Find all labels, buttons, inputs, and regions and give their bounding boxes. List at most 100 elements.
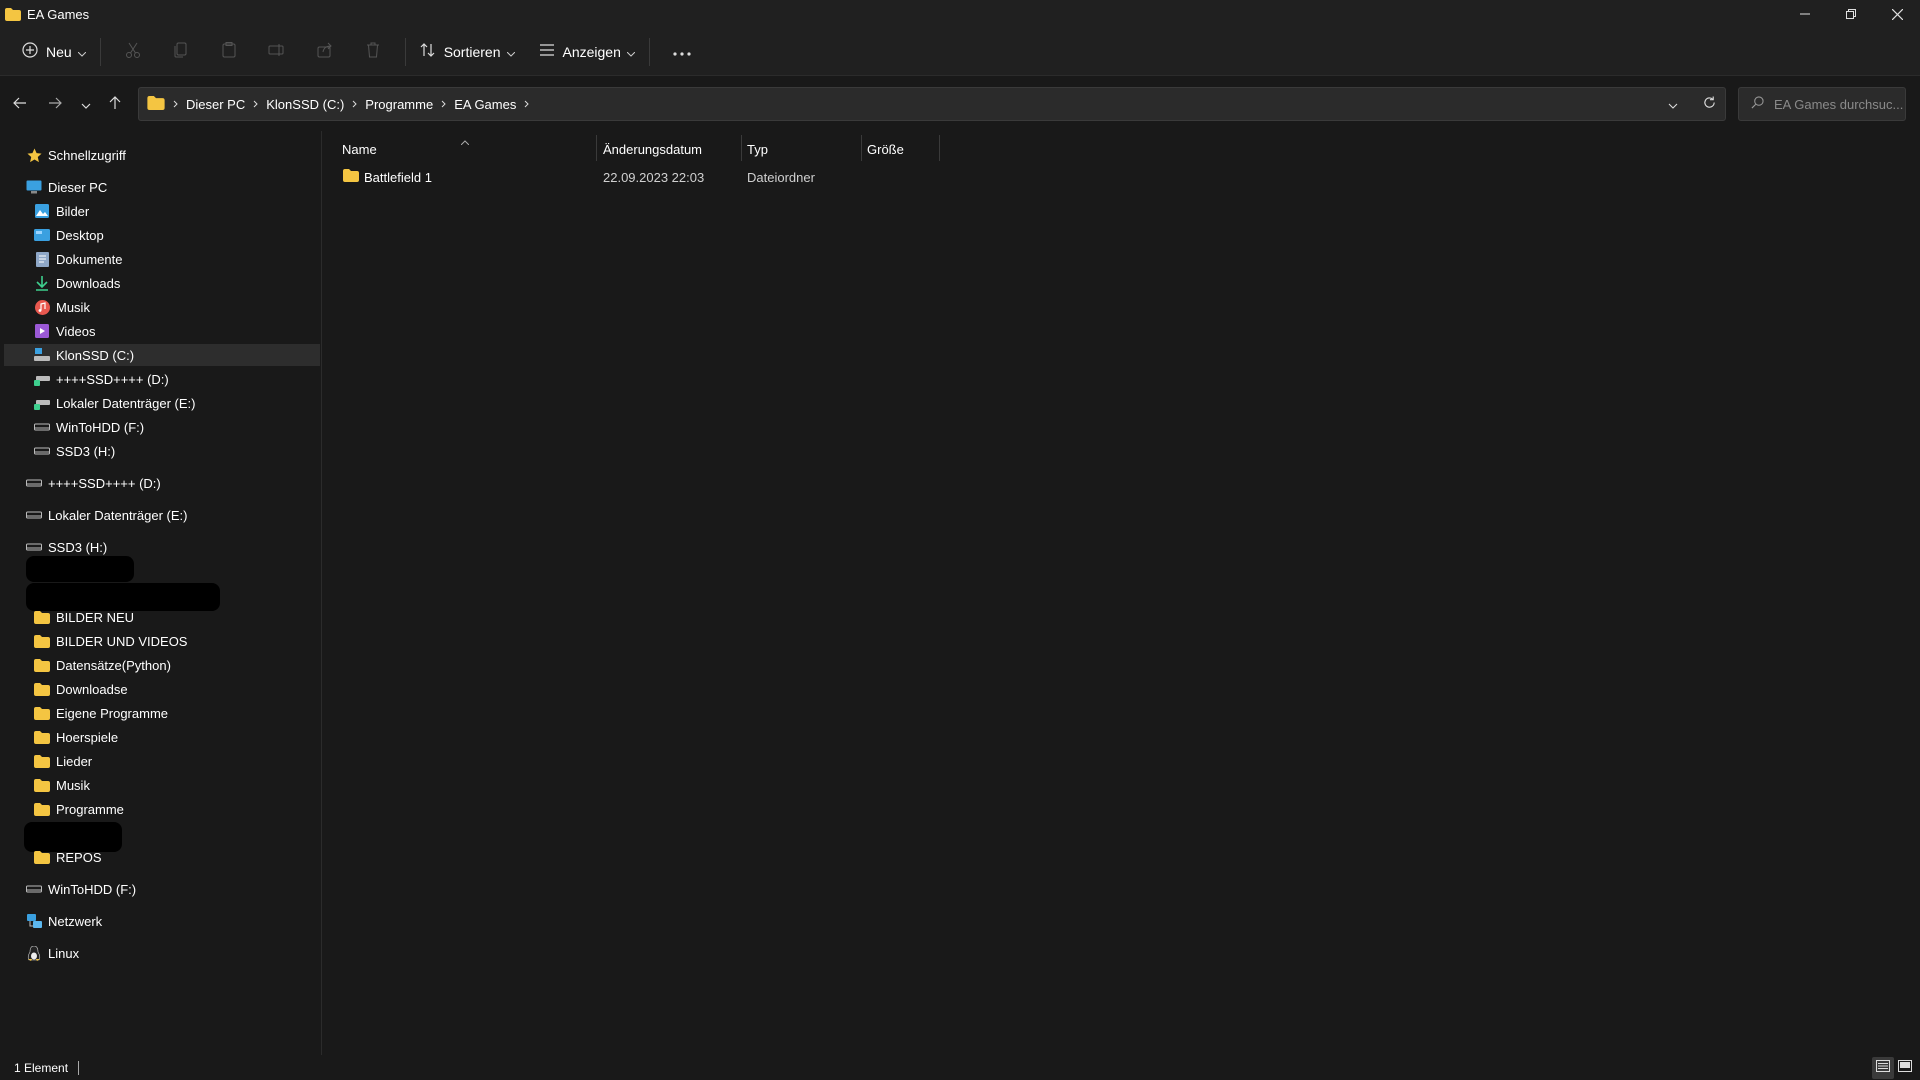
sidebar-item-wintohdd-root[interactable]: WinToHDD (F:) [4,878,320,900]
details-view-icon [1876,1060,1890,1075]
column-divider[interactable] [596,135,597,161]
sidebar-item-music[interactable]: Musik [4,296,320,318]
sidebar-folder-downloadse[interactable]: Downloadse [4,678,320,700]
redacted-area [26,556,134,582]
copy-button[interactable] [157,36,205,68]
sidebar-folder-bilder-und-videos[interactable]: BILDER UND VIDEOS [4,630,320,652]
sidebar-item-local-disk-e-root[interactable]: Lokaler Datenträger (E:) [4,504,320,526]
network-icon [26,913,42,929]
document-icon [34,251,50,267]
sidebar-item-network[interactable]: Netzwerk [4,910,320,932]
minimize-button[interactable] [1782,0,1828,28]
sidebar-item-label: ++++SSD++++ (D:) [48,475,161,491]
toolbar-divider [99,37,101,66]
rename-button[interactable] [253,36,301,68]
chevron-right-icon[interactable] [524,100,530,108]
forward-button[interactable] [39,88,71,120]
address-bar[interactable]: Dieser PC KlonSSD (C:) Programme EA Game… [138,87,1726,121]
column-header-date[interactable]: Änderungsdatum [603,135,738,163]
sidebar-item-label: SSD3 (H:) [48,539,108,555]
folder-icon [147,95,165,113]
sidebar-folder-programme[interactable]: Programme [4,798,320,820]
sidebar-item-label: Eigene Programme [56,705,168,721]
desktop-icon [34,227,50,243]
folder-icon [34,849,50,865]
chevron-right-icon[interactable] [253,100,258,108]
sidebar-item-pictures[interactable]: Bilder [4,200,320,222]
sidebar-item-label: Lokaler Datenträger (E:) [56,395,196,411]
navigation-bar: Dieser PC KlonSSD (C:) Programme EA Game… [0,77,1920,131]
cut-button[interactable] [109,36,157,68]
sidebar-item-documents[interactable]: Dokumente [4,248,320,270]
new-button[interactable]: Neu [16,36,92,68]
rename-icon [268,43,286,60]
sidebar-folder-repos[interactable]: REPOS [4,846,320,868]
chevron-right-icon[interactable] [441,100,446,108]
file-row[interactable]: Battlefield 1 22.09.2023 22:03 Dateiordn… [323,166,1023,188]
restore-button[interactable] [1828,0,1874,28]
sidebar-item-label: WinToHDD (F:) [48,881,137,897]
sidebar-item-local-disk-e[interactable]: Lokaler Datenträger (E:) [4,392,320,414]
folder-icon [34,753,50,769]
sidebar-item-this-pc[interactable]: Dieser PC [4,176,320,198]
chevron-down-icon [506,44,515,60]
search-input[interactable] [1774,96,1904,112]
address-history-button[interactable] [1657,88,1689,120]
ellipsis-icon [673,44,691,59]
column-divider[interactable] [861,135,862,161]
sidebar-item-downloads[interactable]: Downloads [4,272,320,294]
more-options-button[interactable] [658,36,706,68]
column-divider[interactable] [939,135,940,161]
status-bar: 1 Element [0,1055,1920,1080]
sidebar-item-label: Datensätze(Python) [56,657,171,673]
sidebar-item-wintohdd-f[interactable]: WinToHDD (F:) [4,416,320,438]
sidebar-folder-hoerspiele[interactable]: Hoerspiele [4,726,320,748]
view-button[interactable]: Anzeigen [533,36,641,68]
chevron-right-icon[interactable] [352,100,357,108]
sidebar-item-ssd3-h-root[interactable]: SSD3 (H:) [4,536,320,558]
sidebar-folder-bilder-neu[interactable]: BILDER NEU [4,606,320,628]
folder-icon [34,729,50,745]
sidebar-folder-lieder[interactable]: Lieder [4,750,320,772]
sidebar-item-videos[interactable]: Videos [4,320,320,342]
paste-button[interactable] [205,36,253,68]
breadcrumb-this-pc[interactable]: Dieser PC [186,97,245,112]
sort-label: Sortieren [443,43,501,60]
sidebar-item-linux[interactable]: Linux [4,942,320,964]
sort-button[interactable]: Sortieren [414,36,521,68]
breadcrumb-ea-games[interactable]: EA Games [454,97,516,112]
sidebar-item-quick-access[interactable]: Schnellzugriff [4,144,320,166]
tiles-view-button[interactable] [1894,1057,1916,1079]
delete-button[interactable] [349,36,397,68]
system-drive-icon [34,347,50,363]
sidebar-folder-datensaetze[interactable]: Datensätze(Python) [4,654,320,676]
star-icon [26,147,42,163]
up-button[interactable] [99,88,131,120]
sidebar-folder-musik[interactable]: Musik [4,774,320,796]
sidebar-item-ssd3-h[interactable]: SSD3 (H:) [4,440,320,462]
breadcrumb-programme[interactable]: Programme [365,97,433,112]
sidebar-item-klonssd-c[interactable]: KlonSSD (C:) [4,344,320,366]
sidebar-item-ssd-d-root[interactable]: ++++SSD++++ (D:) [4,472,320,494]
refresh-button[interactable] [1693,88,1725,120]
sidebar-item-desktop[interactable]: Desktop [4,224,320,246]
back-button[interactable] [4,88,36,120]
column-header-size[interactable]: Größe [867,135,937,163]
sidebar-item-label: Downloadse [56,681,128,697]
share-button[interactable] [301,36,349,68]
window-controls [1782,0,1920,28]
arrow-right-icon [48,97,62,112]
breadcrumb-klonssd[interactable]: KlonSSD (C:) [266,97,344,112]
file-name-cell: Battlefield 1 [343,166,593,188]
sidebar-item-ssd-d[interactable]: ++++SSD++++ (D:) [4,368,320,390]
recent-locations-button[interactable] [70,88,102,120]
sidebar-item-label: Lieder [56,753,93,769]
sidebar-folder-eigene-programme[interactable]: Eigene Programme [4,702,320,724]
column-header-name[interactable]: Name [342,135,592,163]
details-view-button[interactable] [1872,1056,1894,1079]
column-divider[interactable] [741,135,742,161]
close-button[interactable] [1874,0,1920,28]
file-name: Battlefield 1 [364,169,432,185]
column-header-type[interactable]: Typ [747,135,857,163]
search-box[interactable] [1738,87,1906,121]
